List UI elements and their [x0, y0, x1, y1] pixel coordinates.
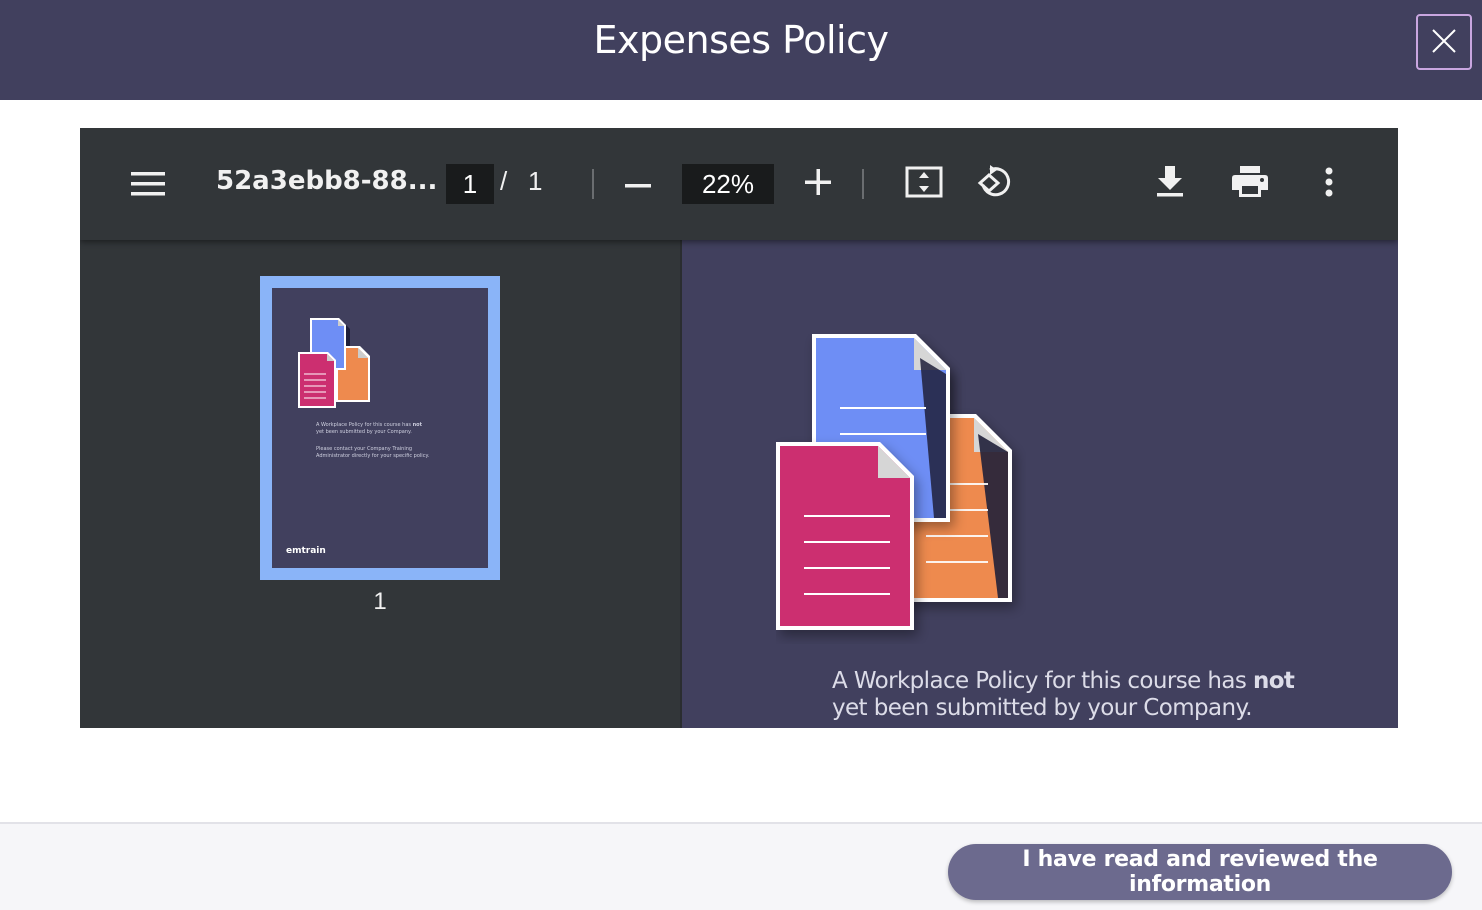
- file-name: 52a3ebb8-88...: [216, 166, 438, 196]
- emtrain-logo: emtrain: [286, 546, 326, 556]
- minus-icon: [625, 175, 651, 193]
- rotate-button[interactable]: [974, 164, 1016, 204]
- close-button[interactable]: [1416, 14, 1472, 70]
- policy-message: A Workplace Policy for this course has n…: [832, 668, 1295, 721]
- toolbar-divider: [862, 169, 864, 199]
- zoom-level-input[interactable]: 22%: [682, 164, 774, 204]
- documents-illustration-icon: [298, 318, 374, 415]
- modal-header: Expenses Policy: [0, 0, 1482, 100]
- page-separator: /: [500, 166, 508, 196]
- pdf-toolbar: 52a3ebb8-88... 1 / 1 22%: [80, 128, 1398, 240]
- acknowledge-button[interactable]: I have read and reviewed the information: [948, 844, 1452, 900]
- documents-illustration-icon: [776, 334, 1026, 649]
- more-actions-button[interactable]: [1314, 166, 1344, 202]
- plus-icon: [805, 168, 831, 200]
- download-button[interactable]: [1152, 165, 1188, 203]
- zoom-in-button[interactable]: [802, 168, 834, 200]
- print-button[interactable]: [1230, 165, 1270, 203]
- page-thumbnail[interactable]: A Workplace Policy for this course has n…: [260, 276, 500, 580]
- rotate-icon: [976, 163, 1014, 206]
- zoom-out-button[interactable]: [622, 168, 654, 200]
- total-pages: 1: [528, 166, 543, 196]
- thumbnail-message: A Workplace Policy for this course has n…: [316, 422, 422, 435]
- pdf-viewer: 52a3ebb8-88... 1 / 1 22% A Workplace Pol…: [80, 128, 1398, 728]
- download-icon: [1156, 165, 1184, 203]
- thumbnail-contact-text: Please contact your Company Training Adm…: [316, 446, 430, 459]
- more-vertical-icon: [1325, 167, 1333, 202]
- modal-title: Expenses Policy: [593, 18, 889, 62]
- toolbar-divider: [592, 169, 594, 199]
- hamburger-menu-icon[interactable]: [128, 168, 168, 200]
- close-icon: [1431, 28, 1457, 57]
- page-number-input[interactable]: 1: [446, 164, 494, 204]
- fit-to-page-button[interactable]: [904, 166, 944, 202]
- thumbnail-page-number: 1: [373, 588, 387, 615]
- policy-modal: Expenses Policy 52a3ebb8-88... 1 / 1 22%: [0, 0, 1482, 910]
- fit-to-page-icon: [905, 166, 943, 203]
- document-page: A Workplace Policy for this course has n…: [680, 240, 1398, 728]
- print-icon: [1232, 165, 1268, 203]
